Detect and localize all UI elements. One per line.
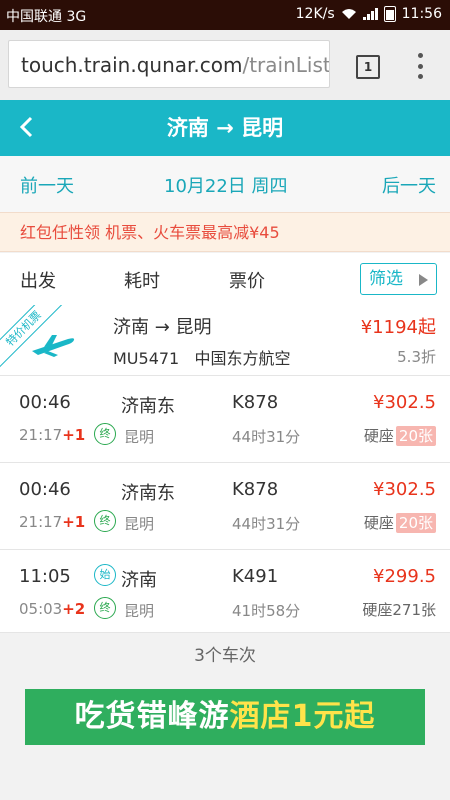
seat-count-badge: 20张 bbox=[395, 512, 436, 533]
wifi-icon bbox=[341, 9, 356, 19]
ad-text-4: 1 bbox=[291, 699, 314, 734]
play-triangle-icon bbox=[419, 274, 428, 286]
ad-text-3: 酒店 bbox=[229, 699, 292, 734]
seat-count: 271张 bbox=[392, 600, 436, 619]
ticket-price: ¥302.5 bbox=[373, 392, 436, 413]
to-station: 昆明 bbox=[124, 602, 155, 620]
train-number: K491 bbox=[232, 566, 279, 587]
seat-type: 硬座 bbox=[363, 427, 394, 445]
next-day-button[interactable]: 后一天 bbox=[382, 172, 436, 198]
arrive-time: 21:17 bbox=[19, 513, 63, 531]
flight-number: MU5471 bbox=[113, 349, 180, 368]
terminal-station-icon: 终 bbox=[94, 423, 116, 445]
origin-station-icon: 始 bbox=[94, 564, 116, 586]
train-number: K878 bbox=[232, 479, 279, 500]
seat-info: 硬座 271张 bbox=[362, 599, 436, 620]
sort-price-button[interactable]: 票价 bbox=[229, 267, 265, 293]
seat-info: 硬座 20张 bbox=[364, 425, 436, 446]
trip-duration: 44时31分 bbox=[232, 515, 301, 533]
address-bar[interactable]: touch.train.qunar.com/trainList bbox=[8, 40, 330, 88]
arrive-time-group: 05:03+2 bbox=[19, 600, 85, 618]
status-bar: 中国联通 3G 12K/s 11:56 bbox=[0, 0, 450, 30]
trip-duration: 44时31分 bbox=[232, 428, 301, 446]
flight-route: 济南 → 昆明 bbox=[113, 317, 212, 338]
seat-type: 硬座 bbox=[363, 514, 394, 532]
flight-discount: 5.3折 bbox=[397, 348, 436, 366]
tab-switcher-button[interactable]: 1 bbox=[356, 55, 380, 79]
day-offset: +2 bbox=[62, 600, 86, 618]
ad-text-5: 元起 bbox=[313, 699, 376, 734]
arrive-time-group: 21:17+1 bbox=[19, 513, 85, 531]
current-date[interactable]: 10月22日 周四 bbox=[164, 172, 288, 198]
date-selector: 前一天 10月22日 周四 后一天 bbox=[0, 156, 450, 212]
signal-icon bbox=[362, 8, 378, 20]
train-number: K878 bbox=[232, 392, 279, 413]
browser-menu-icon[interactable] bbox=[416, 53, 424, 79]
ad-banner[interactable]: 吃货错峰游酒店1元起 bbox=[25, 689, 425, 745]
result-list: 特价机票 济南 → 昆明 MU5471 中国东方航空 ¥1194起 5.3折 0… bbox=[0, 305, 450, 637]
day-offset: +1 bbox=[62, 513, 86, 531]
filter-label: 筛选 bbox=[369, 269, 403, 289]
arrive-time: 21:17 bbox=[19, 426, 63, 444]
result-count: 3个车次 bbox=[0, 632, 450, 679]
airline-name: 中国东方航空 bbox=[194, 349, 291, 368]
to-station: 昆明 bbox=[124, 515, 155, 533]
url-host: touch.train.qunar.com bbox=[21, 53, 243, 77]
status-icons: 12K/s 11:56 bbox=[296, 6, 442, 22]
bottom-spacer bbox=[0, 756, 450, 800]
ad-text-2: 错峰游 bbox=[136, 699, 230, 734]
seat-count-badge: 20张 bbox=[395, 425, 436, 446]
train-row[interactable]: 00:46 21:17+1 终 济南东 昆明 K878 44时31分 ¥302.… bbox=[0, 376, 450, 463]
clock: 11:56 bbox=[401, 6, 442, 22]
arrive-time-group: 21:17+1 bbox=[19, 426, 85, 444]
browser-toolbar: touch.train.qunar.com/trainList 1 bbox=[0, 30, 450, 100]
ad-banner-text: 吃货错峰游酒店1元起 bbox=[25, 689, 425, 745]
sort-duration-button[interactable]: 耗时 bbox=[124, 267, 160, 293]
filter-button[interactable]: 筛选 bbox=[360, 263, 437, 295]
seat-info: 硬座 20张 bbox=[364, 512, 436, 533]
trip-duration: 41时58分 bbox=[232, 602, 301, 620]
network-speed: 12K/s bbox=[295, 6, 335, 22]
to-station: 昆明 bbox=[124, 428, 155, 446]
depart-time: 11:05 bbox=[19, 566, 71, 587]
depart-time: 00:46 bbox=[19, 392, 71, 413]
train-row[interactable]: 11:05 05:03+2 始 终 济南 昆明 K491 41时58分 ¥299… bbox=[0, 550, 450, 637]
ticket-price: ¥299.5 bbox=[373, 566, 436, 587]
depart-time: 00:46 bbox=[19, 479, 71, 500]
sort-bar: 出发 耗时 票价 筛选 bbox=[0, 253, 450, 306]
battery-icon bbox=[383, 6, 396, 22]
sort-depart-button[interactable]: 出发 bbox=[20, 267, 56, 293]
seat-type: 硬座 bbox=[362, 601, 393, 619]
flight-price: ¥1194起 bbox=[360, 317, 436, 338]
day-offset: +1 bbox=[62, 426, 86, 444]
terminal-station-icon: 终 bbox=[94, 597, 116, 619]
from-station: 济南 bbox=[121, 570, 157, 591]
ad-text-1: 吃货 bbox=[74, 699, 137, 734]
prev-day-button[interactable]: 前一天 bbox=[20, 172, 74, 198]
carrier-label: 中国联通 3G bbox=[6, 9, 87, 25]
arrive-time: 05:03 bbox=[19, 600, 63, 618]
page-title: 济南 → 昆明 bbox=[166, 116, 284, 140]
flight-offer-row[interactable]: 特价机票 济南 → 昆明 MU5471 中国东方航空 ¥1194起 5.3折 bbox=[0, 305, 450, 376]
from-station: 济南东 bbox=[121, 396, 175, 417]
airplane-icon bbox=[32, 335, 75, 357]
train-row[interactable]: 00:46 21:17+1 终 济南东 昆明 K878 44时31分 ¥302.… bbox=[0, 463, 450, 550]
url-path: /trainList bbox=[242, 53, 330, 77]
ticket-price: ¥302.5 bbox=[373, 479, 436, 500]
app-header: 济南 → 昆明 bbox=[0, 100, 450, 156]
promo-banner[interactable]: 红包任性领 机票、火车票最高减¥45 bbox=[0, 212, 450, 252]
from-station: 济南东 bbox=[121, 483, 175, 504]
flight-info: MU5471 中国东方航空 bbox=[113, 345, 291, 369]
terminal-station-icon: 终 bbox=[94, 510, 116, 532]
